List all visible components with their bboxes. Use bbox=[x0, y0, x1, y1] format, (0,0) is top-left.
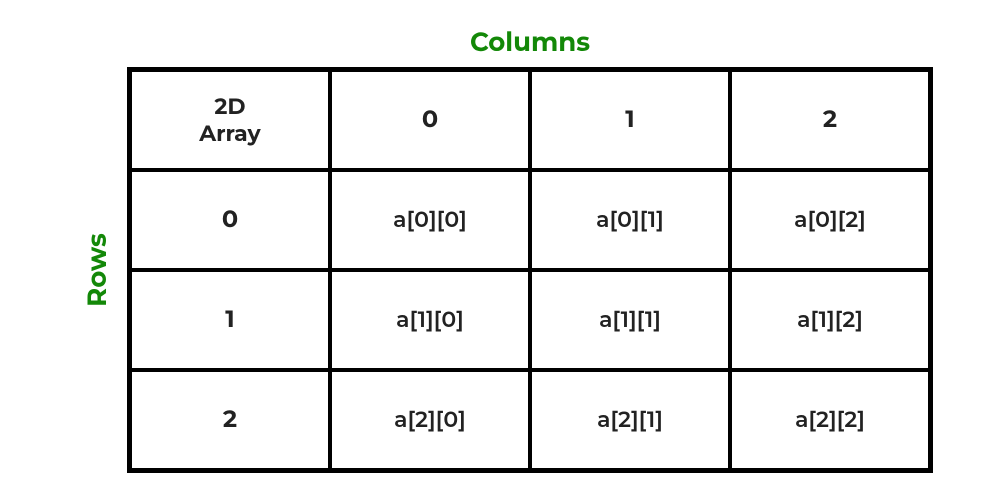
cell-2-2: a[2][2] bbox=[730, 370, 930, 470]
cell-0-1: a[0][1] bbox=[530, 170, 730, 270]
row-header-1: 1 bbox=[130, 270, 330, 370]
col-header-1: 1 bbox=[530, 70, 730, 170]
columns-axis-label: Columns bbox=[470, 26, 590, 68]
array-grid: 2D Array 0 1 2 0 a[0][0] a[0][1] a[0][2]… bbox=[127, 67, 933, 473]
rows-axis-label: Rows bbox=[81, 233, 113, 307]
corner-label: 2D Array bbox=[130, 70, 330, 170]
col-header-0: 0 bbox=[330, 70, 530, 170]
cell-1-2: a[1][2] bbox=[730, 270, 930, 370]
array-diagram: Columns Rows 2D Array 0 1 2 0 a[0][0] a[… bbox=[67, 27, 933, 473]
cell-2-1: a[2][1] bbox=[530, 370, 730, 470]
cell-0-0: a[0][0] bbox=[330, 170, 530, 270]
cell-1-0: a[1][0] bbox=[330, 270, 530, 370]
col-header-2: 2 bbox=[730, 70, 930, 170]
cell-2-0: a[2][0] bbox=[330, 370, 530, 470]
row-header-0: 0 bbox=[130, 170, 330, 270]
cell-1-1: a[1][1] bbox=[530, 270, 730, 370]
cell-0-2: a[0][2] bbox=[730, 170, 930, 270]
row-header-2: 2 bbox=[130, 370, 330, 470]
